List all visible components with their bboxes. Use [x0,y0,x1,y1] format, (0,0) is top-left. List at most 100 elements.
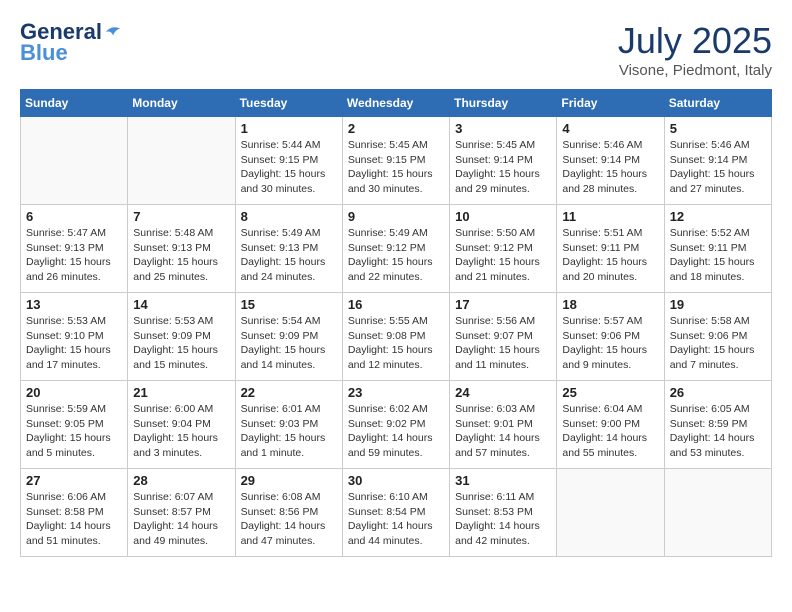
day-number: 11 [562,209,658,224]
day-info: Sunrise: 6:08 AM Sunset: 8:56 PM Dayligh… [241,490,337,549]
day-info: Sunrise: 6:11 AM Sunset: 8:53 PM Dayligh… [455,490,551,549]
calendar-cell: 2 Sunrise: 5:45 AM Sunset: 9:15 PM Daylig… [342,117,449,205]
calendar-cell: 15 Sunrise: 5:54 AM Sunset: 9:09 PM Dayli… [235,293,342,381]
calendar-cell: 27 Sunrise: 6:06 AM Sunset: 8:58 PM Dayli… [21,469,128,557]
weekday-header-thursday: Thursday [450,90,557,117]
day-info: Sunrise: 5:52 AM Sunset: 9:11 PM Dayligh… [670,226,766,285]
calendar-cell: 4 Sunrise: 5:46 AM Sunset: 9:14 PM Daylig… [557,117,664,205]
day-number: 16 [348,297,444,312]
day-info: Sunrise: 5:54 AM Sunset: 9:09 PM Dayligh… [241,314,337,373]
day-info: Sunrise: 5:49 AM Sunset: 9:12 PM Dayligh… [348,226,444,285]
calendar-cell: 20 Sunrise: 5:59 AM Sunset: 9:05 PM Dayli… [21,381,128,469]
title-block: July 2025 Visone, Piedmont, Italy [618,20,772,79]
calendar-cell: 26 Sunrise: 6:05 AM Sunset: 8:59 PM Dayli… [664,381,771,469]
day-number: 1 [241,121,337,136]
day-number: 27 [26,473,122,488]
page-header: General Blue July 2025 Visone, Piedmont,… [20,20,772,79]
day-number: 9 [348,209,444,224]
day-number: 23 [348,385,444,400]
weekday-header-saturday: Saturday [664,90,771,117]
calendar-cell: 21Sunrise: 6:00 AM Sunset: 9:04 PM Dayli… [128,381,235,469]
day-info: Sunrise: 5:46 AM Sunset: 9:14 PM Dayligh… [562,138,658,197]
calendar-cell [21,117,128,205]
weekday-header-monday: Monday [128,90,235,117]
day-number: 19 [670,297,766,312]
calendar-cell [128,117,235,205]
week-row-3: 13 Sunrise: 5:53 AM Sunset: 9:10 PM Dayli… [21,293,772,381]
logo-bird-icon [104,23,122,41]
day-info: Sunrise: 6:03 AM Sunset: 9:01 PM Dayligh… [455,402,551,461]
day-info: Sunrise: 5:57 AM Sunset: 9:06 PM Dayligh… [562,314,658,373]
calendar-cell: 28 Sunrise: 6:07 AM Sunset: 8:57 PM Dayli… [128,469,235,557]
calendar-cell: 24 Sunrise: 6:03 AM Sunset: 9:01 PM Dayli… [450,381,557,469]
day-info: Sunrise: 5:58 AM Sunset: 9:06 PM Dayligh… [670,314,766,373]
day-info: Sunrise: 5:48 AM Sunset: 9:13 PM Dayligh… [133,226,229,285]
month-title: July 2025 [618,20,772,62]
day-number: 17 [455,297,551,312]
day-info: Sunrise: 5:59 AM Sunset: 9:05 PM Dayligh… [26,402,122,461]
day-number: 22 [241,385,337,400]
day-info: Sunrise: 5:51 AM Sunset: 9:11 PM Dayligh… [562,226,658,285]
week-row-1: 1Sunrise: 5:44 AM Sunset: 9:15 PM Daylig… [21,117,772,205]
day-number: 26 [670,385,766,400]
day-info: Sunrise: 5:47 AM Sunset: 9:13 PM Dayligh… [26,226,122,285]
day-info: Sunrise: 5:49 AM Sunset: 9:13 PM Dayligh… [241,226,337,285]
day-info: Sunrise: 6:06 AM Sunset: 8:58 PM Dayligh… [26,490,122,549]
day-info: Sunrise: 6:05 AM Sunset: 8:59 PM Dayligh… [670,402,766,461]
calendar-cell: 22Sunrise: 6:01 AM Sunset: 9:03 PM Dayli… [235,381,342,469]
calendar-cell: 10 Sunrise: 5:50 AM Sunset: 9:12 PM Dayli… [450,205,557,293]
day-info: Sunrise: 5:53 AM Sunset: 9:10 PM Dayligh… [26,314,122,373]
calendar-cell: 23 Sunrise: 6:02 AM Sunset: 9:02 PM Dayli… [342,381,449,469]
day-number: 5 [670,121,766,136]
week-row-4: 20 Sunrise: 5:59 AM Sunset: 9:05 PM Dayli… [21,381,772,469]
day-number: 28 [133,473,229,488]
calendar-cell: 6 Sunrise: 5:47 AM Sunset: 9:13 PM Daylig… [21,205,128,293]
day-info: Sunrise: 5:53 AM Sunset: 9:09 PM Dayligh… [133,314,229,373]
calendar-cell: 17Sunrise: 5:56 AM Sunset: 9:07 PM Dayli… [450,293,557,381]
calendar-cell: 5 Sunrise: 5:46 AM Sunset: 9:14 PM Daylig… [664,117,771,205]
weekday-header-row: SundayMondayTuesdayWednesdayThursdayFrid… [21,90,772,117]
day-info: Sunrise: 6:04 AM Sunset: 9:00 PM Dayligh… [562,402,658,461]
calendar-cell: 14 Sunrise: 5:53 AM Sunset: 9:09 PM Dayli… [128,293,235,381]
day-number: 31 [455,473,551,488]
day-number: 10 [455,209,551,224]
day-number: 14 [133,297,229,312]
day-info: Sunrise: 6:02 AM Sunset: 9:02 PM Dayligh… [348,402,444,461]
weekday-header-wednesday: Wednesday [342,90,449,117]
calendar-cell: 31 Sunrise: 6:11 AM Sunset: 8:53 PM Dayli… [450,469,557,557]
day-number: 29 [241,473,337,488]
day-info: Sunrise: 6:00 AM Sunset: 9:04 PM Dayligh… [133,402,229,461]
day-number: 20 [26,385,122,400]
calendar-cell: 25Sunrise: 6:04 AM Sunset: 9:00 PM Dayli… [557,381,664,469]
week-row-5: 27 Sunrise: 6:06 AM Sunset: 8:58 PM Dayli… [21,469,772,557]
calendar-cell: 30Sunrise: 6:10 AM Sunset: 8:54 PM Dayli… [342,469,449,557]
calendar-cell [557,469,664,557]
calendar-cell: 19 Sunrise: 5:58 AM Sunset: 9:06 PM Dayli… [664,293,771,381]
day-number: 3 [455,121,551,136]
day-number: 2 [348,121,444,136]
calendar-cell: 9 Sunrise: 5:49 AM Sunset: 9:12 PM Daylig… [342,205,449,293]
day-info: Sunrise: 6:07 AM Sunset: 8:57 PM Dayligh… [133,490,229,549]
day-number: 4 [562,121,658,136]
day-number: 18 [562,297,658,312]
day-number: 15 [241,297,337,312]
calendar-cell [664,469,771,557]
calendar-cell: 11 Sunrise: 5:51 AM Sunset: 9:11 PM Dayli… [557,205,664,293]
calendar-cell: 8 Sunrise: 5:49 AM Sunset: 9:13 PM Daylig… [235,205,342,293]
calendar-cell: 16Sunrise: 5:55 AM Sunset: 9:08 PM Dayli… [342,293,449,381]
weekday-header-friday: Friday [557,90,664,117]
day-number: 24 [455,385,551,400]
calendar-cell: 12Sunrise: 5:52 AM Sunset: 9:11 PM Dayli… [664,205,771,293]
calendar-table: SundayMondayTuesdayWednesdayThursdayFrid… [20,89,772,557]
calendar-cell: 1Sunrise: 5:44 AM Sunset: 9:15 PM Daylig… [235,117,342,205]
calendar-cell: 7Sunrise: 5:48 AM Sunset: 9:13 PM Daylig… [128,205,235,293]
day-number: 8 [241,209,337,224]
calendar-cell: 18 Sunrise: 5:57 AM Sunset: 9:06 PM Dayli… [557,293,664,381]
calendar-cell: 13 Sunrise: 5:53 AM Sunset: 9:10 PM Dayli… [21,293,128,381]
day-number: 13 [26,297,122,312]
day-info: Sunrise: 5:45 AM Sunset: 9:15 PM Dayligh… [348,138,444,197]
day-info: Sunrise: 5:50 AM Sunset: 9:12 PM Dayligh… [455,226,551,285]
day-info: Sunrise: 5:46 AM Sunset: 9:14 PM Dayligh… [670,138,766,197]
day-number: 6 [26,209,122,224]
weekday-header-tuesday: Tuesday [235,90,342,117]
